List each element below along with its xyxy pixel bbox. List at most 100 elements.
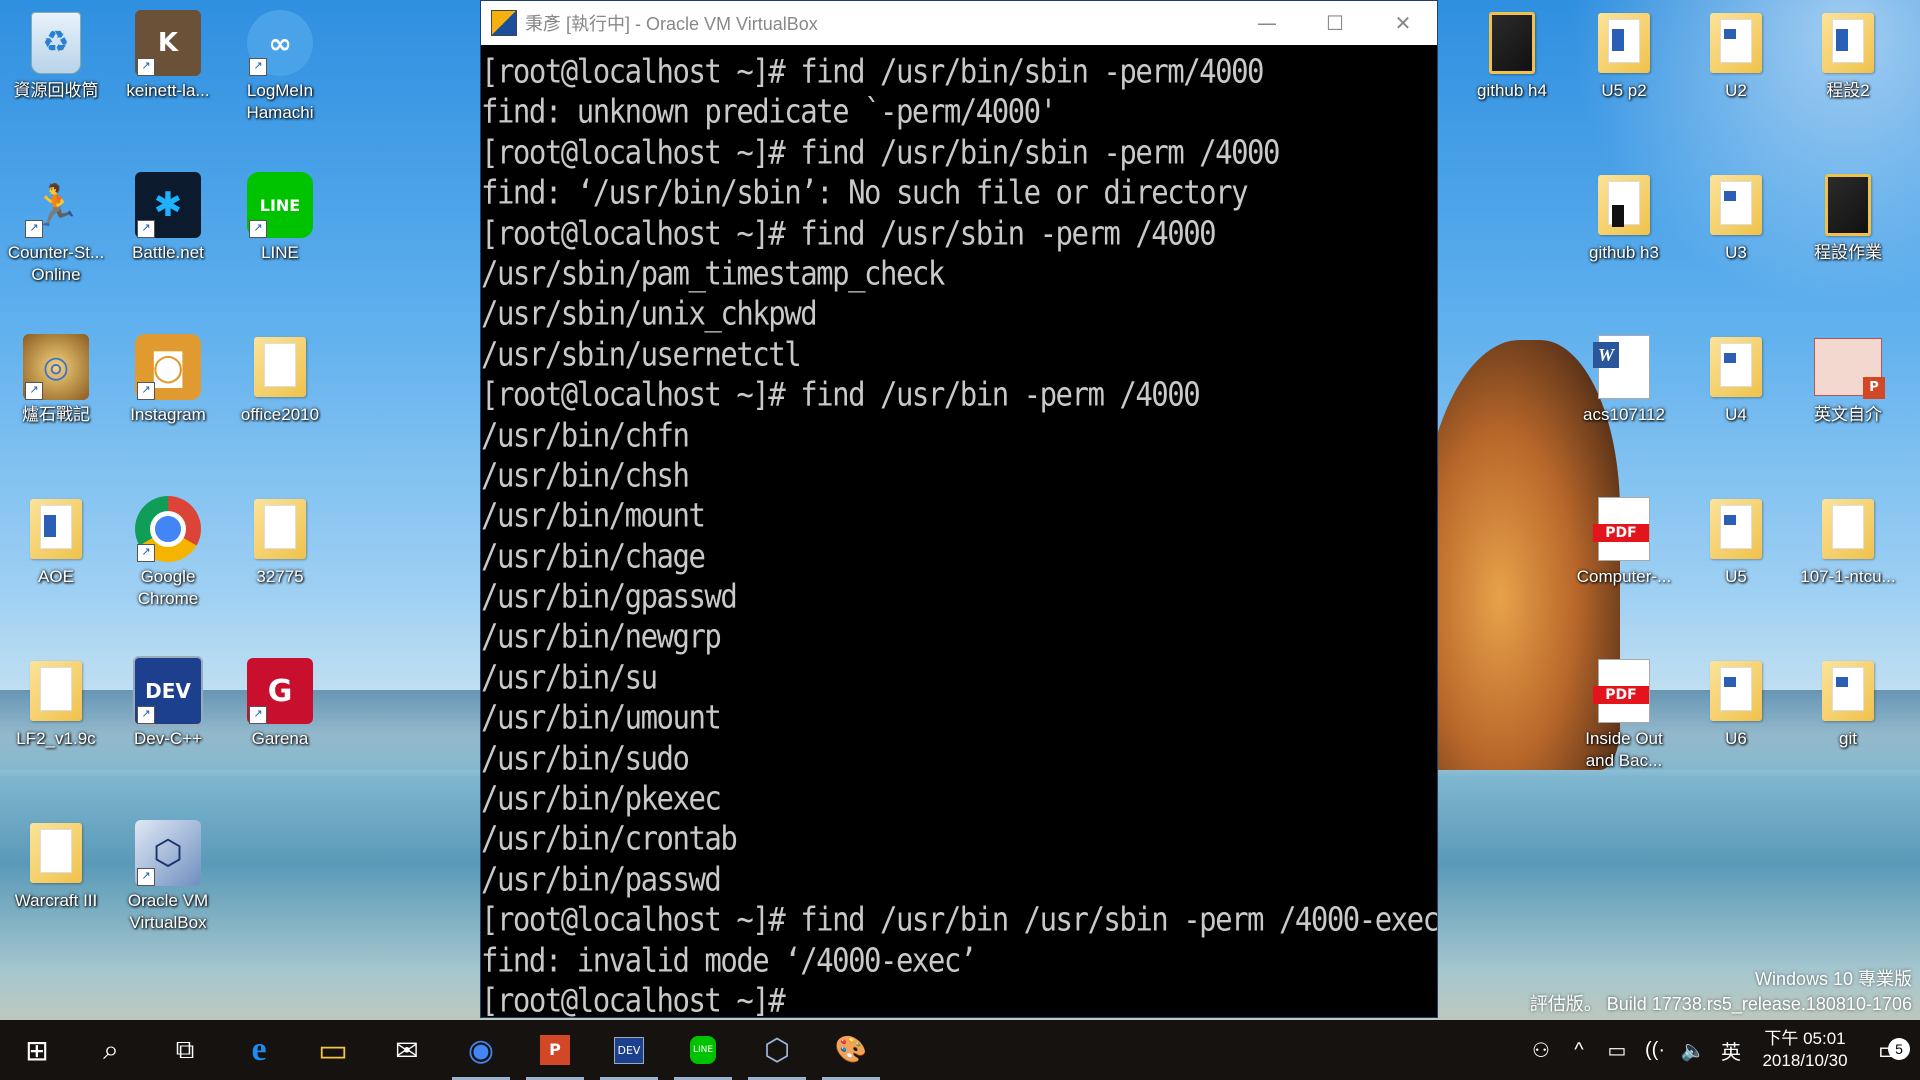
desktop-icon-instagram[interactable]: ◙ ↗ Instagram [114, 326, 222, 476]
desktop-icon-32775[interactable]: 32775 [226, 488, 334, 638]
shortcut-arrow-icon: ↗ [137, 868, 155, 886]
folder-icon [1489, 12, 1535, 74]
maximize-button[interactable]: ☐ [1301, 1, 1369, 45]
clock[interactable]: 下午 05:01 2018/10/30 [1750, 1028, 1860, 1072]
taskbar-button-virtualbox[interactable]: ⬡ [740, 1020, 814, 1080]
desktop-icon-garena[interactable]: G ↗ Garena [226, 650, 334, 800]
desktop-icon-english-intro[interactable]: P 英文自介 [1794, 326, 1902, 476]
desktop-icon-hamachi[interactable]: ∞ ↗ LogMeIn Hamachi [226, 2, 334, 152]
wifi-icon[interactable]: ((· [1636, 1039, 1674, 1062]
taskbar-button-start[interactable]: ⊞ [0, 1020, 74, 1080]
taskbar-button-paint[interactable]: 🎨 [814, 1020, 888, 1080]
icon-label: LogMeIn Hamachi [246, 81, 314, 122]
terminal-line: /usr/sbin/usernetctl [481, 335, 802, 374]
taskbar-button-edge[interactable]: e [222, 1020, 296, 1080]
folder-icon [1822, 13, 1874, 73]
desktop-icon-lf2[interactable]: LF2_v1.9c [2, 650, 110, 800]
desktop-icon-git[interactable]: git [1794, 650, 1902, 800]
desktop-icon-keinett[interactable]: K ↗ keinett-la... [114, 2, 222, 152]
folder-icon [254, 499, 306, 559]
people-icon[interactable]: ⚇ [1522, 1038, 1560, 1063]
folder-icon [1710, 13, 1762, 73]
window-title: 秉彥 [執行中] - Oracle VM VirtualBox [525, 14, 818, 34]
desktop-icon-hearthstone[interactable]: ◎ ↗ 爐石戰記 [2, 326, 110, 476]
desktop-icon-chengshe2[interactable]: 程設2 [1794, 2, 1902, 152]
desktop-icon-aoe[interactable]: AOE [2, 488, 110, 638]
close-button[interactable]: ✕ [1369, 1, 1437, 45]
taskbar-button-task-view[interactable]: ⧉ [148, 1020, 222, 1080]
taskbar-button-file-explorer[interactable]: ▭ [296, 1020, 370, 1080]
desktop-icon-u2[interactable]: U2 [1682, 2, 1790, 152]
desktop-icon-recycle-bin[interactable]: ♻ 資源回收筒 [2, 2, 110, 152]
volume-icon[interactable]: 🔈 [1674, 1038, 1712, 1063]
vm-console-terminal[interactable]: [root@localhost ~]# find /usr/bin/sbin -… [481, 45, 1437, 1017]
icon-label: U4 [1725, 405, 1747, 424]
terminal-line: /usr/bin/sudo [481, 739, 690, 778]
icon-label: Warcraft III [14, 891, 98, 910]
taskbar-button-chrome[interactable]: ◉ [444, 1020, 518, 1080]
icon-label: 爐石戰記 [22, 405, 90, 424]
taskbar: ⊞ ⌕ ⧉ e ▭ ✉ ◉ P DEV LINE ⬡ 🎨 ⚇ ^ ▭ ((· 🔈 英 下午 05:01… [0, 1020, 1920, 1080]
desktop-icon-chrome[interactable]: ↗ Google Chrome [114, 488, 222, 638]
clock-date: 2018/10/30 [1762, 1051, 1848, 1070]
desktop-icon-u4[interactable]: U4 [1682, 326, 1790, 476]
edge-icon: e [251, 1031, 267, 1068]
icon-label: 107-1-ntcu... [1800, 567, 1896, 586]
watermark-edition: Windows 10 專業版 [1754, 969, 1912, 989]
pdf-icon: PDF [1593, 497, 1650, 561]
desktop-icon-u5-p2[interactable]: U5 p2 [1570, 2, 1678, 152]
icon-label: 程設作業 [1814, 243, 1882, 262]
desktop-icon-chengshe-zuoye[interactable]: 程設作業 [1794, 164, 1902, 314]
terminal-line: [root@localhost ~]# find /usr/bin /usr/s… [481, 900, 1437, 939]
virtualbox-app-icon[interactable] [491, 10, 517, 36]
desktop-icon-computer-pdf[interactable]: PDF Computer-... [1570, 488, 1678, 638]
desktop-icon-inside-out-pdf[interactable]: PDF Inside Out and Bac... [1570, 650, 1678, 800]
watermark-build: 評估版。 Build 17738.rs5_release.180810-1706 [1529, 994, 1912, 1014]
desktop-icon-acs107112[interactable]: W acs107112 [1570, 326, 1678, 476]
clock-time: 下午 05:01 [1764, 1029, 1846, 1048]
folder-icon [254, 337, 306, 397]
pdf-icon: PDF [1593, 659, 1650, 723]
show-hidden-icons-chevron[interactable]: ^ [1560, 1039, 1598, 1062]
taskbar-button-line[interactable]: LINE [666, 1020, 740, 1080]
folder-icon [1710, 175, 1762, 235]
desktop-icon-counter-strike[interactable]: 🏃 ↗ Counter-St... Online [2, 164, 110, 314]
desktop-icon-107-1-ntcu[interactable]: 107-1-ntcu... [1794, 488, 1902, 638]
taskbar-button-mail[interactable]: ✉ [370, 1020, 444, 1080]
desktop-icon-u5[interactable]: U5 [1682, 488, 1790, 638]
desktop-icon-warcraft[interactable]: Warcraft III [2, 812, 110, 962]
shortcut-arrow-icon: ↗ [25, 382, 43, 400]
desktop-icon-github-h3[interactable]: github h3 [1570, 164, 1678, 314]
folder-icon [1825, 174, 1871, 236]
ime-indicator[interactable]: 英 [1712, 1036, 1750, 1065]
desktop-icon-u6[interactable]: U6 [1682, 650, 1790, 800]
icon-label: Garena [251, 729, 309, 748]
taskbar-button-devcpp[interactable]: DEV [592, 1020, 666, 1080]
icon-label: acs107112 [1583, 405, 1665, 424]
terminal-line: /usr/bin/su [481, 658, 658, 697]
icon-label: 資源回收筒 [13, 81, 99, 100]
taskbar-button-search[interactable]: ⌕ [74, 1020, 148, 1080]
icon-label: U2 [1725, 81, 1747, 100]
action-center-button[interactable]: ▭ 5 [1860, 1035, 1920, 1066]
folder-icon [30, 661, 82, 721]
folder-icon [1598, 13, 1650, 73]
window-titlebar[interactable]: 秉彥 [執行中] - Oracle VM VirtualBox — ☐ ✕ [481, 1, 1437, 45]
taskbar-button-powerpoint[interactable]: P [518, 1020, 592, 1080]
battery-icon[interactable]: ▭ [1598, 1038, 1636, 1063]
desktop-icon-battlenet[interactable]: ✱ ↗ Battle.net [114, 164, 222, 314]
desktop: ♻ 資源回收筒 K ↗ keinett-la... ∞ ↗ LogMeIn Hama… [0, 0, 1920, 1020]
windows-watermark: Windows 10 專業版 評估版。 Build 17738.rs5_rele… [1530, 966, 1912, 1016]
desktop-icon-office2010[interactable]: office2010 [226, 326, 334, 476]
desktop-icon-u3[interactable]: U3 [1682, 164, 1790, 314]
system-tray: ⚇ ^ ▭ ((· 🔈 英 下午 05:01 2018/10/30 ▭ 5 [1522, 1020, 1920, 1080]
minimize-button[interactable]: — [1233, 1, 1301, 45]
desktop-icon-virtualbox[interactable]: ⬡ ↗ Oracle VM VirtualBox [114, 812, 222, 962]
terminal-line: /usr/bin/umount [481, 698, 722, 737]
virtualbox-vm-window[interactable]: 秉彥 [執行中] - Oracle VM VirtualBox — ☐ ✕ [r… [480, 0, 1438, 1018]
chrome-icon: ◉ [467, 1032, 495, 1068]
desktop-icon-line[interactable]: LINE ↗ LINE [226, 164, 334, 314]
folder-icon [30, 823, 82, 883]
desktop-icon-devcpp[interactable]: DEV ↗ Dev-C++ [114, 650, 222, 800]
desktop-icon-github-h4[interactable]: github h4 [1458, 2, 1566, 152]
